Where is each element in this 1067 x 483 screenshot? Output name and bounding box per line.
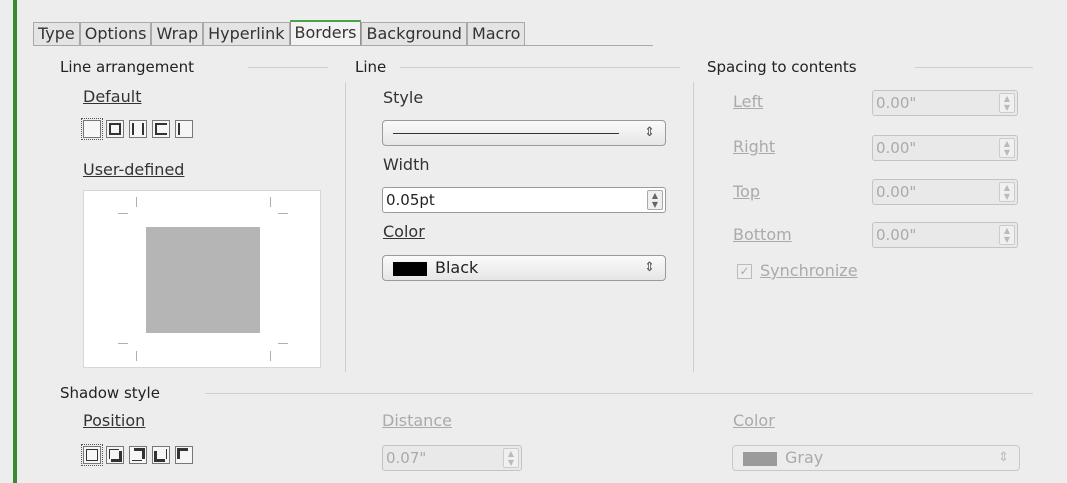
shadow-distance-value: 0.07" (386, 449, 427, 467)
color-label: Color (383, 222, 425, 241)
line-color-swatch (393, 262, 427, 276)
border-none-icon[interactable] (81, 118, 103, 140)
spacing-header: Spacing to contents (707, 58, 857, 76)
spacing-right-spinner[interactable]: ▲ ▼ (999, 138, 1015, 158)
updown-icon: ⇕ (644, 125, 655, 140)
line-width-spinner[interactable]: ▲ ▼ (647, 190, 663, 210)
line-width-field[interactable]: 0.05pt ▲ ▼ (382, 187, 666, 213)
border-preview[interactable] (83, 190, 321, 368)
tab-macro[interactable]: Macro (466, 22, 526, 46)
window-accent-bar (13, 0, 17, 483)
line-header: Line (355, 58, 387, 76)
spacing-top-spinner[interactable]: ▲ ▼ (999, 182, 1015, 202)
spacing-bottom-value: 0.00" (876, 226, 917, 244)
shadow-bottom-left-icon[interactable] (152, 446, 170, 464)
spacing-left-field[interactable]: 0.00" ▲ ▼ (872, 90, 1018, 116)
line-divider-right (693, 82, 694, 372)
line-arrangement-header: Line arrangement (60, 58, 194, 76)
synchronize-label: Synchronize (760, 261, 858, 280)
spacing-top-field[interactable]: 0.00" ▲ ▼ (872, 179, 1018, 205)
spacing-top-value: 0.00" (876, 183, 917, 201)
line-color-select[interactable]: Black ⇕ (382, 255, 666, 281)
spacing-left-value: 0.00" (876, 94, 917, 112)
width-label: Width (383, 155, 430, 174)
spacing-rule (915, 67, 1033, 68)
default-presets (81, 118, 193, 140)
updown-icon: ⇕ (998, 450, 1009, 465)
tab-bar: Type Options Wrap Hyperlink Borders Back… (33, 20, 526, 46)
shadow-color-label: Color (733, 411, 775, 430)
shadow-position-presets (81, 444, 193, 466)
shadow-top-right-icon[interactable] (129, 446, 147, 464)
line-width-value: 0.05pt (386, 191, 435, 209)
default-label: Default (83, 87, 142, 106)
spacing-bottom-label: Bottom (733, 225, 792, 244)
tab-hyperlink[interactable]: Hyperlink (203, 22, 290, 46)
style-label: Style (383, 88, 424, 107)
user-defined-label: User-defined (83, 160, 185, 179)
line-style-sample (393, 133, 619, 134)
tab-options[interactable]: Options (79, 22, 152, 46)
shadow-top-left-icon[interactable] (175, 446, 193, 464)
shadow-distance-spinner[interactable]: ▲ ▼ (503, 448, 519, 468)
shadow-distance-field[interactable]: 0.07" ▲ ▼ (382, 445, 522, 471)
border-box-icon[interactable] (106, 120, 124, 138)
updown-icon: ⇕ (644, 260, 655, 275)
spacing-bottom-spinner[interactable]: ▲ ▼ (999, 225, 1015, 245)
spacing-right-value: 0.00" (876, 139, 917, 157)
border-top-bottom-icon[interactable] (152, 120, 170, 138)
line-arrangement-rule (248, 67, 328, 68)
line-rule (400, 67, 680, 68)
border-left-icon[interactable] (175, 120, 193, 138)
shadow-style-header: Shadow style (60, 384, 160, 402)
shadow-color-value: Gray (785, 448, 824, 467)
spacing-bottom-field[interactable]: 0.00" ▲ ▼ (872, 222, 1018, 248)
tab-background[interactable]: Background (361, 22, 467, 46)
border-left-right-icon[interactable] (129, 120, 147, 138)
spacing-right-label: Right (733, 137, 776, 156)
spacing-left-label: Left (733, 92, 764, 111)
checkmark-icon: ✓ (739, 264, 750, 278)
shadow-color-swatch (743, 452, 777, 466)
line-color-value: Black (435, 258, 479, 277)
spacing-top-label: Top (733, 182, 760, 201)
spacing-right-field[interactable]: 0.00" ▲ ▼ (872, 135, 1018, 161)
line-divider-left (345, 82, 346, 372)
line-style-select[interactable]: ⇕ (382, 120, 666, 146)
shadow-none-icon[interactable] (81, 444, 103, 466)
shadow-position-label: Position (83, 411, 146, 430)
spacing-left-spinner[interactable]: ▲ ▼ (999, 93, 1015, 113)
tab-baseline (33, 45, 653, 46)
shadow-style-rule (205, 393, 1033, 394)
tab-borders[interactable]: Borders (289, 20, 362, 46)
tab-type[interactable]: Type (33, 22, 80, 46)
preview-content-box (146, 227, 260, 333)
tab-wrap[interactable]: Wrap (151, 22, 204, 46)
shadow-color-select[interactable]: Gray ⇕ (732, 445, 1020, 471)
shadow-bottom-right-icon[interactable] (106, 446, 124, 464)
synchronize-checkbox[interactable]: ✓ (737, 264, 752, 279)
shadow-distance-label: Distance (382, 411, 452, 430)
